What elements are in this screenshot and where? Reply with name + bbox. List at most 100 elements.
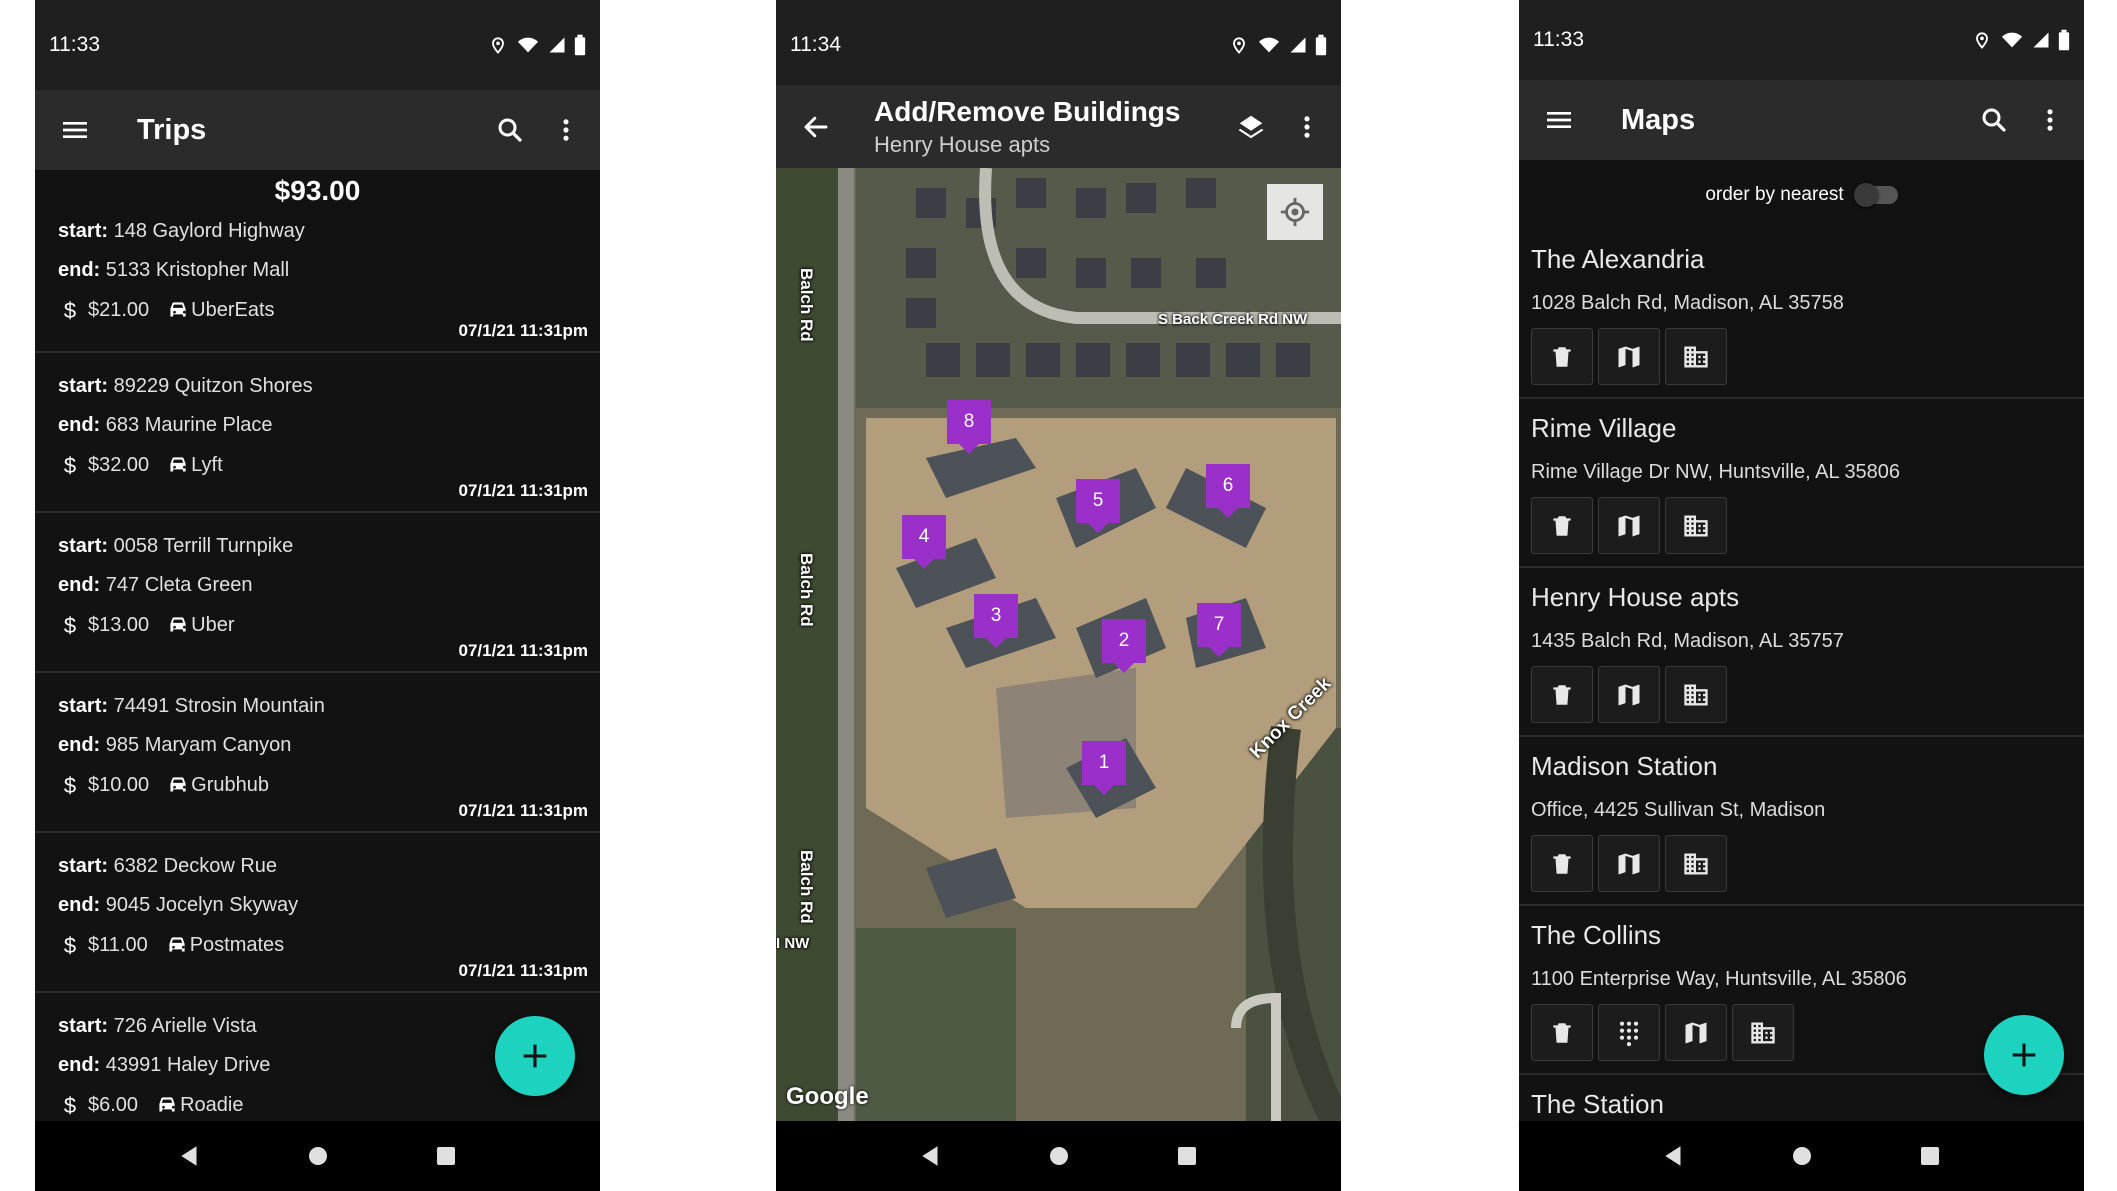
delete-button[interactable]	[1531, 1004, 1593, 1061]
map-address: 1435 Balch Rd, Madison, AL 35757	[1531, 630, 1844, 652]
buildings-button[interactable]	[1665, 497, 1727, 554]
open-map-button[interactable]	[1598, 497, 1660, 554]
nav-recents-icon[interactable]	[434, 1144, 458, 1168]
end-label: end:	[58, 894, 101, 916]
map-list-item[interactable]: Henry House apts 1435 Balch Rd, Madison,…	[1519, 568, 2084, 737]
map-name: The Collins	[1531, 920, 1662, 950]
menu-button[interactable]	[47, 102, 103, 158]
more-vert-icon	[1293, 113, 1321, 141]
trip-item[interactable]: start: 6382 Deckow Rue end: 9045 Jocelyn…	[35, 833, 600, 993]
buildings-button[interactable]	[1665, 328, 1727, 385]
nav-home-icon[interactable]	[306, 1144, 330, 1168]
map-name: Rime Village	[1531, 413, 1677, 443]
building-marker-7[interactable]: 7	[1197, 603, 1241, 657]
nav-back-icon[interactable]	[177, 1143, 203, 1169]
end-label: end:	[58, 414, 101, 436]
open-map-button[interactable]	[1598, 835, 1660, 892]
my-location-button[interactable]	[1267, 184, 1323, 240]
building-marker-4[interactable]: 4	[902, 515, 946, 569]
trip-item[interactable]: start: 89229 Quitzon Shores end: 683 Mau…	[35, 353, 600, 513]
trip-meta: $11.00 Postmates	[58, 925, 577, 965]
google-attribution: Google	[786, 1083, 869, 1110]
satellite-map[interactable]: Balch Rd Balch Rd Balch Rd S Back Creek …	[776, 168, 1341, 1121]
building-marker-5[interactable]: 5	[1076, 479, 1120, 533]
nav-back-icon[interactable]	[1661, 1143, 1687, 1169]
open-map-button[interactable]	[1598, 666, 1660, 723]
status-bar: 11:34	[776, 0, 1341, 90]
dollar-icon	[58, 1092, 82, 1118]
arrow-back-icon	[801, 112, 831, 142]
grid-button[interactable]	[1598, 1004, 1660, 1061]
signal-icon	[548, 36, 566, 54]
end-address: 9045 Jocelyn Skyway	[105, 894, 299, 916]
open-map-button[interactable]	[1598, 328, 1660, 385]
map-actions	[1531, 328, 2072, 385]
map-list-item[interactable]: Madison Station Office, 4425 Sullivan St…	[1519, 737, 2084, 906]
building-icon	[1682, 343, 1710, 371]
delete-button[interactable]	[1531, 497, 1593, 554]
search-button[interactable]	[1966, 92, 2022, 148]
system-nav-bar	[1519, 1121, 2084, 1191]
delete-button[interactable]	[1531, 666, 1593, 723]
building-marker-6[interactable]: 6	[1206, 464, 1250, 518]
overflow-menu-button[interactable]	[538, 102, 594, 158]
end-label: end:	[58, 574, 101, 596]
building-marker-8[interactable]: 8	[947, 400, 991, 454]
delete-button[interactable]	[1531, 328, 1593, 385]
search-button[interactable]	[482, 102, 538, 158]
map-name: Henry House apts	[1531, 582, 1740, 612]
back-button[interactable]	[788, 99, 844, 155]
open-map-button[interactable]	[1665, 1004, 1727, 1061]
start-label: start:	[58, 1015, 109, 1037]
nav-recents-icon[interactable]	[1175, 1144, 1199, 1168]
trip-item[interactable]: $93.00 start: 148 Gaylord Highway end: 5…	[35, 170, 600, 353]
dollar-icon	[58, 612, 82, 638]
add-trip-fab[interactable]	[495, 1016, 575, 1096]
trip-amount: $11.00	[88, 933, 148, 956]
trip-meta: $10.00 Grubhub	[58, 765, 577, 805]
map-list-item[interactable]: Rime Village Rime Village Dr NW, Huntsvi…	[1519, 399, 2084, 568]
status-bar: 11:33	[1519, 0, 2084, 80]
nav-back-icon[interactable]	[918, 1143, 944, 1169]
map-actions	[1531, 497, 2072, 554]
nav-home-icon[interactable]	[1790, 1144, 1814, 1168]
search-icon	[495, 115, 525, 145]
trip-end: end: 747 Cleta Green	[58, 566, 577, 605]
building-marker-2[interactable]: 2	[1102, 619, 1146, 673]
layers-icon	[1236, 112, 1266, 142]
trip-start: start: 148 Gaylord Highway	[58, 212, 577, 251]
overflow-menu-button[interactable]	[2022, 92, 2078, 148]
maps-screen: 11:33 Maps order by nearest The Alexandr…	[1519, 0, 2084, 1191]
start-label: start:	[58, 375, 109, 397]
building-marker-3[interactable]: 3	[974, 594, 1018, 648]
car-icon	[154, 1092, 180, 1118]
start-label: start:	[58, 220, 109, 242]
map-list-item[interactable]: The Alexandria 1028 Balch Rd, Madison, A…	[1519, 230, 2084, 399]
buildings-button[interactable]	[1665, 666, 1727, 723]
buildings-button[interactable]	[1665, 835, 1727, 892]
end-label: end:	[58, 734, 101, 756]
system-nav-bar	[776, 1121, 1341, 1191]
trash-icon	[1549, 344, 1575, 370]
overflow-menu-button[interactable]	[1279, 99, 1335, 155]
add-map-fab[interactable]	[1984, 1015, 2064, 1095]
top-app-bar: Trips	[35, 90, 600, 170]
building-icon	[1682, 512, 1710, 540]
buildings-button[interactable]	[1732, 1004, 1794, 1061]
building-marker-1[interactable]: 1	[1082, 741, 1126, 795]
car-icon	[165, 772, 191, 798]
delete-button[interactable]	[1531, 835, 1593, 892]
buildings-screen: 11:34 Add/Remove Buildings Henry House a…	[776, 0, 1341, 1191]
trip-service: UberEats	[191, 298, 275, 321]
trip-amount: $6.00	[88, 1093, 139, 1116]
trip-date: 07/1/21 11:31pm	[458, 641, 588, 660]
menu-button[interactable]	[1531, 92, 1587, 148]
nav-home-icon[interactable]	[1047, 1144, 1071, 1168]
order-by-nearest-switch[interactable]	[1853, 183, 1898, 207]
trip-item[interactable]: start: 74491 Strosin Mountain end: 985 M…	[35, 673, 600, 833]
nav-recents-icon[interactable]	[1918, 1144, 1942, 1168]
trip-amount: $13.00	[88, 613, 150, 636]
map-icon	[1615, 850, 1643, 878]
map-layers-button[interactable]	[1223, 99, 1279, 155]
trip-item[interactable]: start: 0058 Terrill Turnpike end: 747 Cl…	[35, 513, 600, 673]
